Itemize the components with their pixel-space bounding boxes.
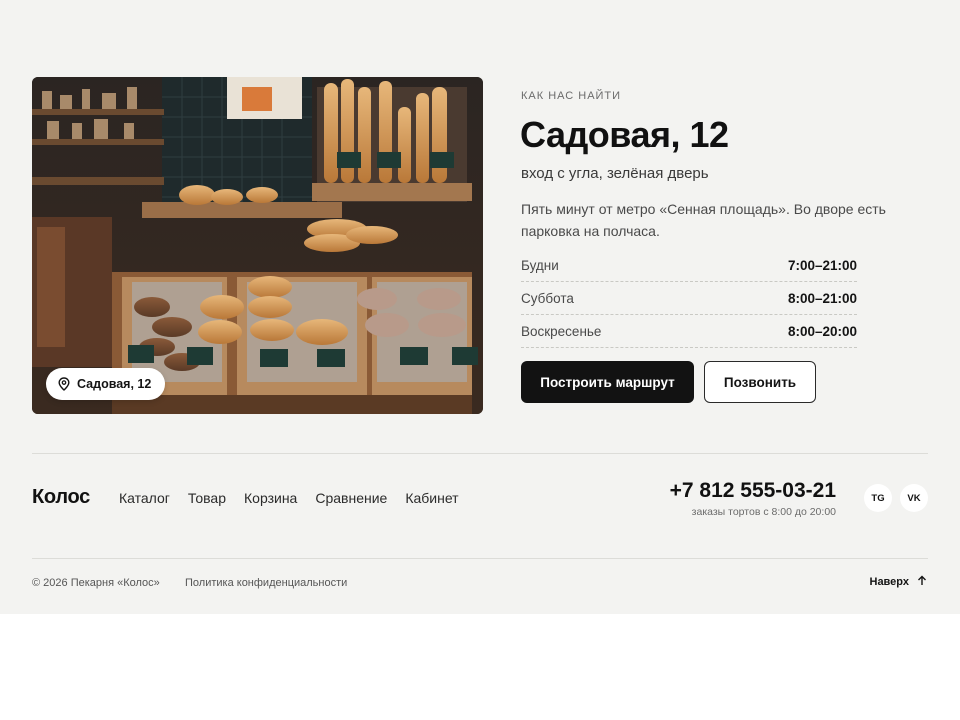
nav-link-catalog[interactable]: Каталог xyxy=(119,490,170,506)
nav-link-compare[interactable]: Сравнение xyxy=(315,490,387,506)
back-to-top-link[interactable]: Наверх xyxy=(870,575,928,589)
page: Садовая, 12 КАК НАС НАЙТИ Садовая, 12 вх… xyxy=(0,0,960,614)
telegram-link[interactable]: TG xyxy=(864,484,892,512)
arrow-up-icon xyxy=(917,575,927,589)
call-button[interactable]: Позвонить xyxy=(704,361,816,403)
address-badge-label: Садовая, 12 xyxy=(77,377,152,391)
hours-time: 8:00–21:00 xyxy=(787,290,857,306)
footer-nav: Каталог Товар Корзина Сравнение Кабинет xyxy=(119,490,459,506)
address-title: Садовая, 12 xyxy=(520,114,729,155)
location-description: Пять минут от метро «Сенная площадь». Во… xyxy=(521,201,886,239)
hours-time: 7:00–21:00 xyxy=(787,257,857,273)
route-button[interactable]: Построить маршрут xyxy=(521,361,694,403)
nav-link-account[interactable]: Кабинет xyxy=(405,490,458,506)
section-eyebrow: КАК НАС НАЙТИ xyxy=(521,90,622,102)
nav-link-product[interactable]: Товар xyxy=(188,490,226,506)
footer-phone[interactable]: +7 812 555-03-21 xyxy=(670,479,836,503)
nav-link-cart[interactable]: Корзина xyxy=(244,490,297,506)
map-pin-icon xyxy=(58,377,70,391)
opening-hours: Будни 7:00–21:00 Суббота 8:00–21:00 Воск… xyxy=(521,249,857,348)
back-to-top-label: Наверх xyxy=(869,576,910,588)
hours-row: Суббота 8:00–21:00 xyxy=(521,282,857,315)
copyright: © 2026 Пекарня «Колос» xyxy=(32,577,160,589)
hours-row: Воскресенье 8:00–20:00 xyxy=(521,315,857,348)
privacy-link[interactable]: Политика конфиденциальности xyxy=(185,577,347,589)
hours-day: Будни xyxy=(521,257,559,273)
footer-logo[interactable]: Колос xyxy=(32,486,90,509)
address-badge: Садовая, 12 xyxy=(46,368,166,400)
footer-divider xyxy=(32,453,928,454)
hours-day: Воскресенье xyxy=(521,323,602,339)
hours-time: 8:00–20:00 xyxy=(787,323,857,339)
footer-bottom-divider xyxy=(32,558,928,559)
vk-link[interactable]: VK xyxy=(900,484,928,512)
entrance-note: вход с угла, зелёная дверь xyxy=(521,165,709,182)
hours-row: Будни 7:00–21:00 xyxy=(521,249,857,282)
phone-note: заказы тортов с 8:00 до 20:00 xyxy=(691,506,836,518)
bakery-photo xyxy=(32,77,483,414)
hours-day: Суббота xyxy=(521,290,574,306)
